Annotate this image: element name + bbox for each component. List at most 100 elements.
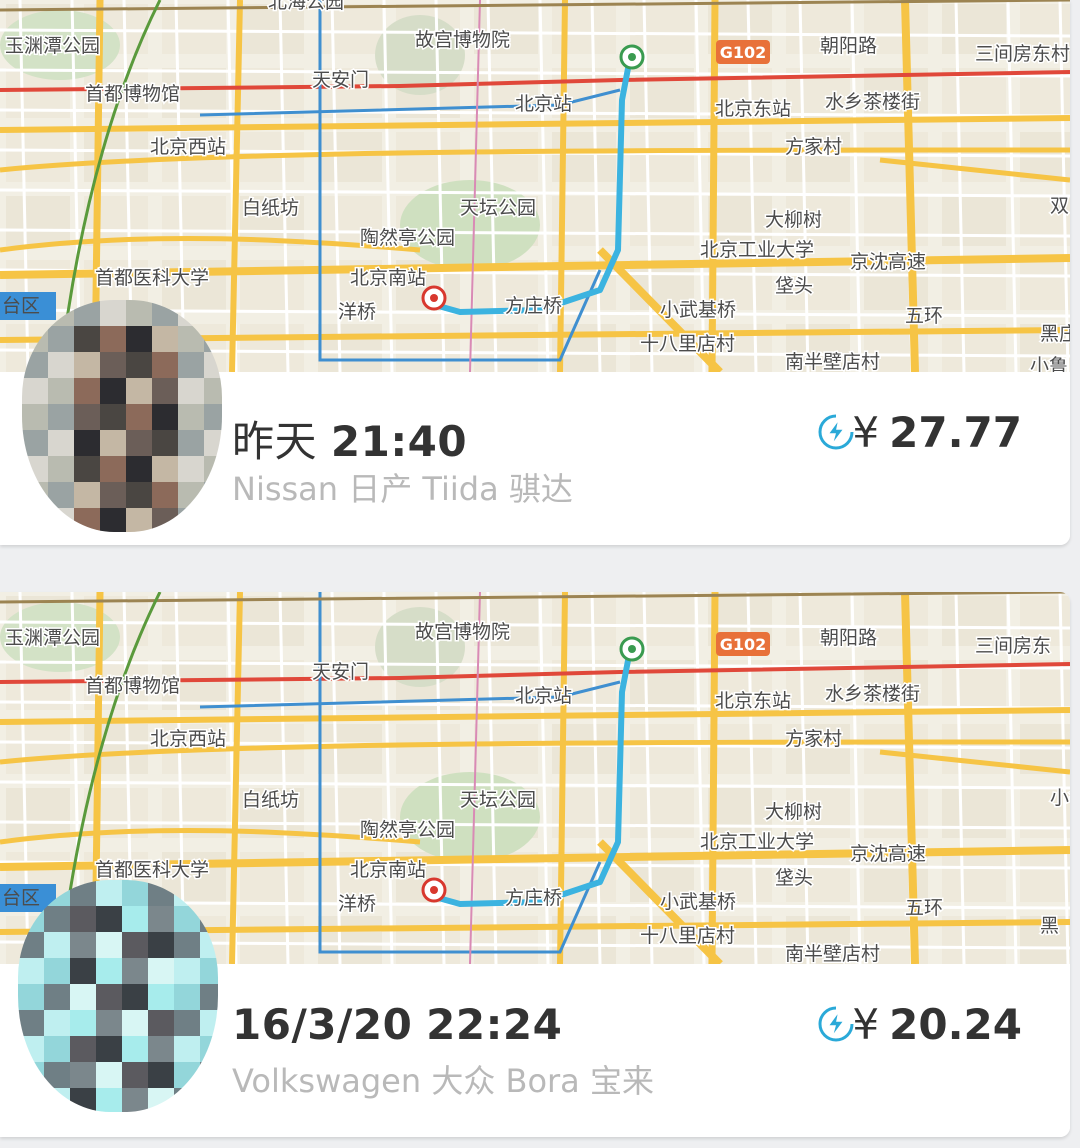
trip-clock: 22:24 — [426, 1000, 563, 1049]
avatar-pixel — [126, 508, 152, 532]
avatar-pixel — [148, 906, 174, 932]
map-label: 北京西站 — [150, 136, 226, 158]
avatar-pixel — [152, 430, 178, 456]
map-label: 北京工业大学 — [700, 831, 814, 853]
map-label: 首都医科大学 — [95, 859, 209, 881]
map-label: 双 — [1050, 195, 1069, 217]
map-label: 方家村 — [785, 136, 842, 158]
avatar-pixel — [48, 508, 74, 532]
avatar-pixel — [204, 482, 222, 508]
city-block — [864, 196, 928, 246]
avatar-pixel — [174, 1062, 200, 1088]
map-label: 陶然亭公园 — [360, 227, 455, 249]
avatar-pixel — [48, 404, 74, 430]
avatar-pixel — [96, 1088, 122, 1112]
avatar-pixel — [22, 352, 48, 378]
avatar-pixel — [152, 352, 178, 378]
avatar-pixel — [74, 352, 100, 378]
avatar-pixel — [44, 958, 70, 984]
avatar-pixel — [174, 958, 200, 984]
city-block — [630, 132, 694, 182]
red-end-pin-icon — [421, 285, 447, 311]
avatar-pixel — [148, 1088, 174, 1112]
map-label: 白纸坊 — [242, 197, 299, 219]
avatar-pixel — [122, 1088, 148, 1112]
city-block — [84, 724, 148, 774]
avatar-pixel — [204, 404, 222, 430]
map-label: 小武基桥 — [660, 891, 736, 913]
trip-card[interactable]: G102 故宫博物院 朝阳路 三间房东村 玉渊潭公园 天安门 首都博物馆 北京站 北京东站 水乡茶… — [0, 0, 1070, 545]
vehicle-model: Volkswagen 大众 Bora 宝来 — [232, 1062, 654, 1100]
trip-card[interactable]: G102 故宫博物院 朝阳路 三间房东 玉渊潭公园 天安门 首都博物馆 北京站 北京东站 水乡茶楼… — [0, 592, 1070, 1137]
avatar-pixel — [126, 300, 152, 326]
avatar-pixel — [122, 1062, 148, 1088]
city-block — [318, 916, 382, 964]
city-block — [240, 596, 304, 646]
avatar-pixel — [126, 456, 152, 482]
avatar-pixel — [122, 932, 148, 958]
avatar-pixel — [126, 430, 152, 456]
currency-symbol: ¥ — [852, 1000, 880, 1049]
map-label: 小武基桥 — [660, 299, 736, 321]
avatar-pixel — [148, 1062, 174, 1088]
map-label: 十八里店村 — [640, 925, 735, 947]
trip-time: 16/3/20 22:24 — [232, 1000, 562, 1049]
city-block — [396, 916, 460, 964]
avatar-pixel — [96, 1036, 122, 1062]
map-label: 北京南站 — [350, 859, 426, 881]
map-label: 小鲁 — [1050, 787, 1070, 809]
fare-amount: ¥27.77 — [852, 408, 1022, 457]
avatar-pixel — [100, 430, 126, 456]
map-label: 黑 — [1040, 915, 1059, 937]
map-label: 洋桥 — [338, 301, 376, 323]
avatar-pixel — [152, 508, 178, 532]
avatar-pixel — [174, 1036, 200, 1062]
city-block — [630, 660, 694, 710]
avatar-pixel — [100, 300, 126, 326]
avatar-pixel — [18, 1036, 44, 1062]
avatar-pixel — [70, 932, 96, 958]
avatar-pixel — [100, 378, 126, 404]
avatar-pixel — [178, 352, 204, 378]
city-block — [864, 724, 928, 774]
avatar-pixel — [96, 932, 122, 958]
trip-date: 昨天 — [232, 417, 318, 466]
avatar-pixel — [18, 1010, 44, 1036]
avatar-pixel — [44, 1062, 70, 1088]
avatar-pixel — [152, 404, 178, 430]
avatar-pixel — [100, 508, 126, 532]
map-label: 三间房东 — [975, 635, 1051, 657]
city-block — [630, 788, 694, 838]
highway-badge: G102 — [716, 632, 770, 656]
green-start-pin-icon — [619, 44, 645, 70]
avatar-pixel — [96, 1010, 122, 1036]
highway-badge-label: G102 — [720, 43, 767, 62]
vehicle-model: Nissan 日产 Tiida 骐达 — [232, 470, 573, 508]
avatar-pixel — [204, 430, 222, 456]
fare-amount: ¥20.24 — [852, 1000, 1022, 1049]
avatar-pixel — [174, 1010, 200, 1036]
map-label: 三间房东村 — [975, 43, 1070, 65]
avatar-pixel — [22, 300, 48, 326]
avatar-pixel — [18, 880, 44, 906]
map-label: 陶然亭公园 — [360, 819, 455, 841]
avatar-pixel — [18, 932, 44, 958]
avatar-pixel — [200, 932, 218, 958]
avatar-pixel — [74, 326, 100, 352]
city-block — [6, 788, 70, 838]
avatar-pixel — [100, 482, 126, 508]
avatar-pixel — [48, 326, 74, 352]
highway-badge-label: G102 — [720, 635, 767, 654]
avatar-pixel — [70, 906, 96, 932]
map-label: 垡头 — [775, 275, 813, 297]
avatar-pixel — [44, 1036, 70, 1062]
map-label: 天安门 — [312, 661, 369, 683]
city-block — [474, 916, 538, 964]
map-label: 南半壁店村 — [785, 351, 880, 372]
avatar-pixel — [204, 300, 222, 326]
avatar-pixel — [200, 1062, 218, 1088]
avatar-pixel — [200, 906, 218, 932]
map-label: 垡头 — [775, 867, 813, 889]
avatar-pixel — [100, 456, 126, 482]
avatar-pixel — [70, 880, 96, 906]
